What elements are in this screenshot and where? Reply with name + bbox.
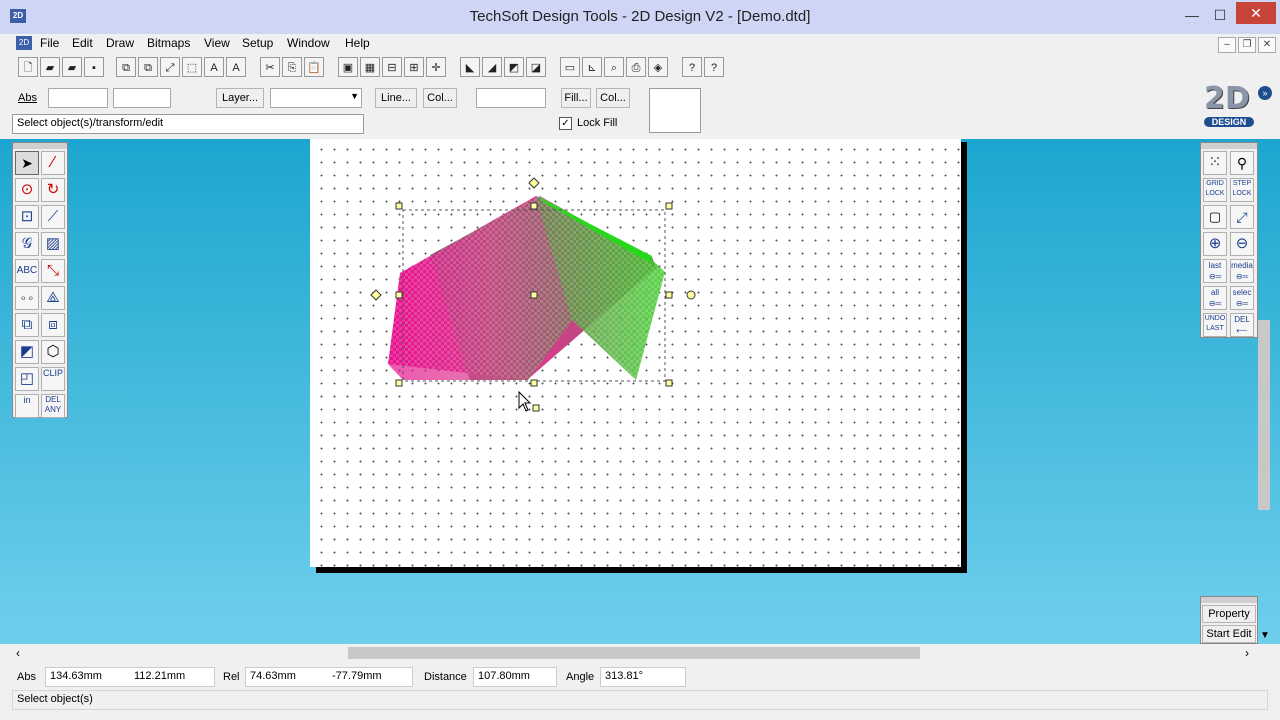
grid-lock-button[interactable]: GRID LOCK <box>1203 178 1227 202</box>
abs-y-value: 112.21mm <box>134 670 186 682</box>
circle-tool-icon[interactable]: ⊙ <box>15 178 39 202</box>
scroll-right-icon[interactable]: › <box>1245 646 1249 660</box>
distance-label: Distance <box>424 671 467 683</box>
scroll-down-icon[interactable]: ▼ <box>1260 630 1270 641</box>
coordinate-bar: Abs 134.63mm 112.21mm Rel 74.63mm -77.79… <box>0 664 1280 690</box>
zoom-selection-button[interactable]: selec ⊖═ <box>1230 286 1254 310</box>
zoom-media-button[interactable]: media ⊖═ <box>1230 259 1254 283</box>
construct-tool-icon[interactable]: ⟁ <box>41 286 65 310</box>
palette-titlebar <box>13 143 67 149</box>
horizontal-scrollbar[interactable]: ‹ › <box>0 644 1280 662</box>
group-tool-icon[interactable]: ⧉ <box>15 313 39 337</box>
start-edit-button[interactable]: Start Edit <box>1202 625 1256 643</box>
angle-label: Angle <box>566 671 595 683</box>
palette-titlebar <box>1201 597 1257 603</box>
step-lock-button[interactable]: STEP LOCK <box>1230 178 1254 202</box>
delete-last-button[interactable]: DEL ⟵ <box>1230 313 1254 337</box>
distance-value: 107.80mm <box>473 667 557 687</box>
points-tool-icon[interactable]: ∘∘ <box>15 286 39 310</box>
dimension-tool-icon[interactable]: ⤡ <box>41 259 65 283</box>
zoom-out-icon[interactable]: ⊖ <box>1230 232 1254 256</box>
array-tool-icon[interactable]: ⧈ <box>41 313 65 337</box>
insert-tool-icon[interactable]: in <box>15 394 39 418</box>
polyline-tool-icon[interactable]: ⟋ <box>41 205 65 229</box>
status-rel-label: Rel <box>223 671 240 683</box>
rel-y-value: -77.79mm <box>332 670 382 682</box>
hatch-tool-icon[interactable]: ▨ <box>41 232 65 256</box>
mouse-cursor-icon <box>518 390 532 412</box>
zoom-selection-label: selec <box>1232 288 1252 297</box>
zoom-all-label: all <box>1210 288 1219 297</box>
left-tool-palette: ➤ ⁄ ⊙ ↻ ⊡ ⟋ 𝒢 ▨ ABC ⤡ ∘∘ ⟁ ⧉ ⧈ ◩ ⬡ ◰ CLI… <box>12 142 68 418</box>
property-button[interactable]: Property <box>1202 605 1256 623</box>
clip-tool-icon[interactable]: CLIP <box>41 367 65 391</box>
palette-titlebar <box>1201 143 1257 149</box>
property-panel: Property Start Edit <box>1200 596 1258 644</box>
3d-tool-icon[interactable]: ⬡ <box>41 340 65 364</box>
dots-grid-icon[interactable]: ⁙ <box>1203 151 1227 175</box>
status-bar: Select object(s) <box>0 690 1280 712</box>
zoom-window-icon[interactable]: ▢ <box>1203 205 1227 229</box>
gradient-shape[interactable] <box>388 196 665 380</box>
rel-coordinates-field: 74.63mm -77.79mm <box>245 667 413 687</box>
spiral-tool-icon[interactable]: 𝒢 <box>15 232 39 256</box>
rel-x-value: 74.63mm <box>250 670 296 682</box>
drawing-layer <box>370 177 696 412</box>
angle-value: 313.81° <box>600 667 686 687</box>
rectangle-tool-icon[interactable]: ⊡ <box>15 205 39 229</box>
arc-tool-icon[interactable]: ↻ <box>41 178 65 202</box>
abs-x-value: 134.63mm <box>50 670 102 682</box>
delete-any-tool-icon[interactable]: DEL ANY <box>41 394 65 418</box>
status-message: Select object(s) <box>12 690 1268 710</box>
horizontal-scrollbar-thumb[interactable] <box>348 647 920 659</box>
zoom-last-label: last <box>1208 261 1222 270</box>
zoom-all-button[interactable]: all ⊖═ <box>1203 286 1227 310</box>
zoom-in-icon[interactable]: ⊕ <box>1203 232 1227 256</box>
undo-last-button[interactable]: UNDO LAST <box>1203 313 1227 337</box>
edit-tool-icon[interactable]: ◰ <box>15 367 39 391</box>
vertical-scrollbar-thumb[interactable] <box>1258 320 1270 510</box>
scroll-left-icon[interactable]: ‹ <box>16 646 20 660</box>
line-tool-icon[interactable]: ⁄ <box>41 151 65 175</box>
snap-lasso-icon[interactable]: ⚲ <box>1230 151 1254 175</box>
delete-label: DEL <box>1234 315 1250 324</box>
zoom-last-button[interactable]: last ⊖═ <box>1203 259 1227 283</box>
status-abs-label: Abs <box>17 671 36 683</box>
zoom-media-label: media <box>1231 261 1253 270</box>
zoom-extent-icon[interactable]: ⤢ <box>1230 205 1254 229</box>
right-tool-palette: ⁙ ⚲ GRID LOCK STEP LOCK ▢ ⤢ ⊕ ⊖ last ⊖═ m… <box>1200 142 1258 338</box>
fill-tool-icon[interactable]: ◩ <box>15 340 39 364</box>
select-tool-icon[interactable]: ➤ <box>15 151 39 175</box>
abs-coordinates-field: 134.63mm 112.21mm <box>45 667 215 687</box>
text-tool-icon[interactable]: ABC <box>15 259 39 283</box>
